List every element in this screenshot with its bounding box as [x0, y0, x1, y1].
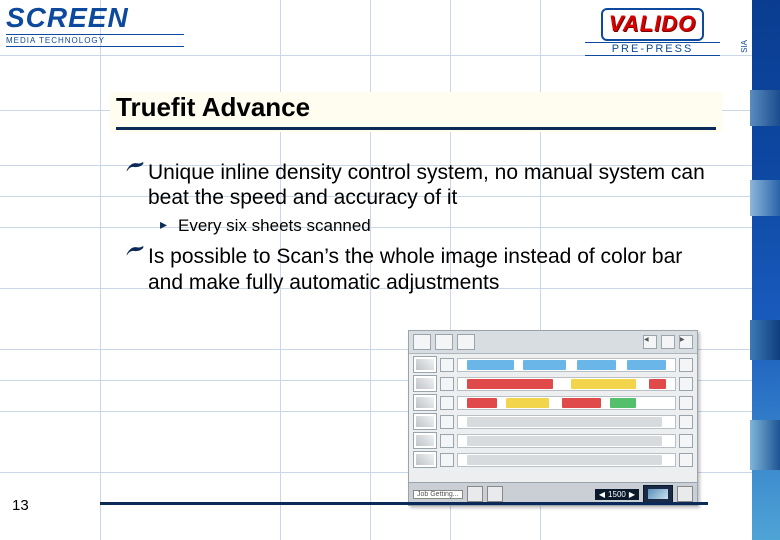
screen-logo: SCREEN MEDIA TECHNOLOGY — [6, 4, 184, 47]
track-row — [413, 394, 693, 411]
status-button[interactable] — [467, 486, 483, 502]
track-end-control[interactable] — [679, 358, 693, 372]
track-lane[interactable] — [457, 415, 676, 429]
bottom-rule — [100, 502, 708, 505]
track-thumbnail[interactable] — [413, 432, 437, 449]
track-thumbnail[interactable] — [413, 356, 437, 373]
density-segment — [506, 398, 549, 408]
sub-bullet-item: ▸ Every six sheets scanned — [160, 216, 716, 236]
track-lane[interactable] — [457, 434, 676, 448]
readout-panel: ◀ 1500 ▶ — [595, 489, 639, 500]
toolbar-button[interactable] — [413, 334, 431, 350]
toolbar-button[interactable] — [435, 334, 453, 350]
track-control[interactable] — [440, 434, 454, 448]
right-triangle-icon[interactable]: ▶ — [629, 490, 635, 499]
back-icon[interactable]: ◀ — [643, 335, 657, 349]
track-area — [409, 354, 697, 472]
density-segment — [523, 360, 566, 370]
screenshot-toolbar: ◀ ▶ — [409, 331, 697, 354]
valido-logo-sia: SIA — [740, 40, 749, 53]
track-row — [413, 356, 693, 373]
density-segment — [467, 379, 554, 389]
grid-icon[interactable] — [661, 335, 675, 349]
track-lane[interactable] — [457, 377, 676, 391]
density-segment — [649, 379, 666, 389]
track-lane[interactable] — [457, 358, 676, 372]
density-segment — [627, 360, 666, 370]
track-thumbnail[interactable] — [413, 451, 437, 468]
valido-logo-box: VALIDO — [601, 8, 704, 41]
density-segment — [467, 398, 497, 408]
track-thumbnail[interactable] — [413, 413, 437, 430]
valido-logo-word: VALIDO — [609, 11, 696, 37]
track-lane[interactable] — [457, 453, 676, 467]
track-row — [413, 451, 693, 468]
bullet-text: Unique inline density control system, no… — [148, 160, 716, 210]
embedded-screenshot: ◀ ▶ Job Getting... ◀ 1500 ▶ — [408, 330, 698, 506]
density-segment — [467, 360, 515, 370]
track-control[interactable] — [440, 358, 454, 372]
density-segment — [467, 455, 662, 465]
bullet-item: Unique inline density control system, no… — [126, 160, 716, 210]
density-segment — [577, 360, 616, 370]
track-row — [413, 413, 693, 430]
swoosh-bullet-icon — [126, 160, 148, 174]
track-lane[interactable] — [457, 396, 676, 410]
slide-title: Truefit Advance — [116, 92, 716, 130]
job-status-label: Job Getting... — [413, 490, 463, 499]
density-segment — [571, 379, 636, 389]
track-control[interactable] — [440, 377, 454, 391]
track-row — [413, 432, 693, 449]
valido-logo: VALIDO PRE-PRESS — [585, 8, 720, 56]
bullet-item: Is possible to Scan’s the whole image in… — [126, 244, 716, 294]
track-control[interactable] — [440, 415, 454, 429]
screen-logo-word: SCREEN — [6, 4, 184, 32]
status-button[interactable] — [677, 486, 693, 502]
density-segment — [467, 417, 662, 427]
page-number: 13 — [12, 497, 29, 514]
density-segment — [467, 436, 662, 446]
track-control[interactable] — [440, 453, 454, 467]
triangle-bullet-icon: ▸ — [160, 216, 178, 233]
slide-body: Unique inline density control system, no… — [126, 160, 716, 301]
right-accent-band — [752, 0, 780, 540]
forward-icon[interactable]: ▶ — [679, 335, 693, 349]
valido-logo-tagline: PRE-PRESS — [585, 42, 720, 56]
status-button[interactable] — [487, 486, 503, 502]
toolbar-button[interactable] — [457, 334, 475, 350]
track-end-control[interactable] — [679, 377, 693, 391]
density-segment — [562, 398, 601, 408]
readout-value: 1500 — [608, 490, 626, 499]
track-row — [413, 375, 693, 392]
swoosh-bullet-icon — [126, 244, 148, 258]
track-end-control[interactable] — [679, 396, 693, 410]
track-end-control[interactable] — [679, 434, 693, 448]
track-thumbnail[interactable] — [413, 394, 437, 411]
preview-thumbnail[interactable] — [643, 485, 673, 503]
slide: SCREEN MEDIA TECHNOLOGY VALIDO PRE-PRESS… — [0, 0, 780, 540]
slide-title-box: Truefit Advance — [110, 92, 722, 132]
sub-bullet-text: Every six sheets scanned — [178, 216, 371, 236]
track-end-control[interactable] — [679, 415, 693, 429]
track-end-control[interactable] — [679, 453, 693, 467]
track-thumbnail[interactable] — [413, 375, 437, 392]
screen-logo-tagline: MEDIA TECHNOLOGY — [6, 34, 184, 47]
density-segment — [610, 398, 636, 408]
bullet-text: Is possible to Scan’s the whole image in… — [148, 244, 716, 294]
track-control[interactable] — [440, 396, 454, 410]
left-triangle-icon[interactable]: ◀ — [599, 490, 605, 499]
